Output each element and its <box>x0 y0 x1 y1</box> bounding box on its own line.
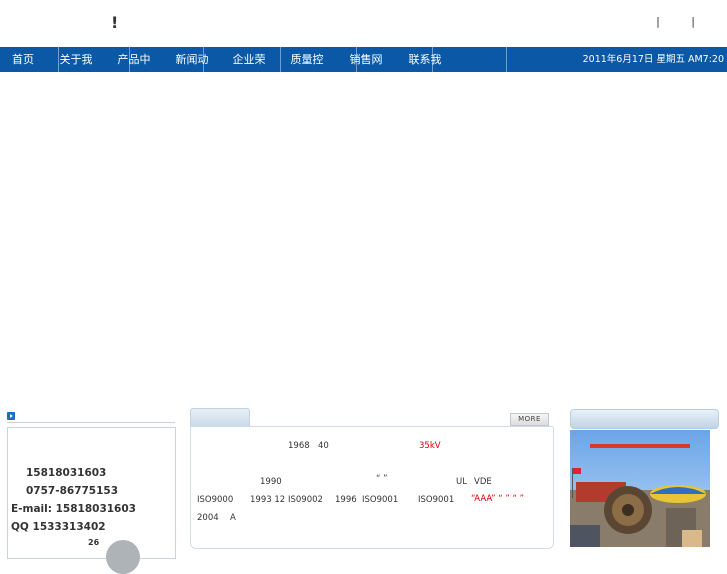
intro-aaa: “AAA” “ ” “ ” <box>471 494 525 504</box>
arrow-icon <box>7 412 15 420</box>
intro-year-2004: 2004 <box>197 513 219 523</box>
intro-year-1968: 1968 <box>288 441 310 451</box>
intro-date-1993: 1993 12 <box>250 495 286 505</box>
contact-tel: 0757-86775153 <box>26 485 119 497</box>
company-intro-panel: MORE 1968 40 35kV 1990 “ ” UL VDE ISO900… <box>190 408 554 549</box>
nav-item-quality[interactable]: 质量控制 <box>290 47 324 91</box>
header-links[interactable]: | | <box>656 15 709 28</box>
intro-year-1990: 1990 <box>260 477 282 487</box>
tab-company-intro[interactable] <box>190 408 250 427</box>
nav-item-sales[interactable]: 销售网络 <box>349 47 383 91</box>
nav-item-contact[interactable]: 联系我们 <box>408 47 442 91</box>
intro-vde: VDE <box>474 477 492 487</box>
main-nav: 首页 关于我们 产品中心 新闻动态 企业荣誉 质量控制 销售网络 联系我们 20… <box>0 47 727 91</box>
header-exclaim: ! <box>111 13 119 32</box>
contact-header <box>7 411 175 423</box>
intro-body: 1968 40 35kV 1990 “ ” UL VDE ISO9000 199… <box>190 427 554 549</box>
top-header: ! | | <box>0 0 727 46</box>
contact-email: E-mail: 15818031603 <box>11 503 136 515</box>
nav-item-honors[interactable]: 企业荣誉 <box>232 47 266 91</box>
intro-years-40: 40 <box>318 441 329 451</box>
honor-photo-svg <box>570 430 710 547</box>
nav-item-about[interactable]: 关于我们 <box>59 47 93 91</box>
intro-iso9001-a: ISO9001 <box>362 495 399 505</box>
more-button[interactable]: MORE <box>510 413 549 426</box>
date-time: 2011年6月17日 星期五 AM7:20 <box>582 54 724 65</box>
nav-item-products[interactable]: 产品中心 <box>117 47 151 91</box>
intro-iso9001-b: ISO9001 <box>418 495 455 505</box>
honor-photo[interactable] <box>570 430 710 547</box>
honor-panel <box>568 407 719 547</box>
contact-phone: 15818031603 <box>26 467 107 479</box>
intro-iso9000: ISO9000 <box>197 495 234 505</box>
nav-item-news[interactable]: 新闻动态 <box>175 47 209 91</box>
nav-divider <box>280 47 281 72</box>
nav-divider <box>506 47 507 72</box>
intro-year-1996: 1996 <box>335 495 357 505</box>
intro-grade-a: A <box>230 513 236 523</box>
intro-voltage: 35kV <box>419 441 441 451</box>
contact-number: 26 <box>88 538 100 547</box>
intro-quote: “ ” <box>376 474 388 484</box>
contact-qq: QQ 1533313402 <box>11 521 106 533</box>
honor-header <box>570 409 719 429</box>
intro-ul: UL <box>456 477 467 487</box>
contact-box: 15818031603 0757-86775153 E-mail: 158180… <box>7 427 176 574</box>
intro-iso9002: IS09002 <box>288 495 323 505</box>
nav-item-home[interactable]: 首页 <box>4 47 42 72</box>
avatar <box>106 540 140 574</box>
